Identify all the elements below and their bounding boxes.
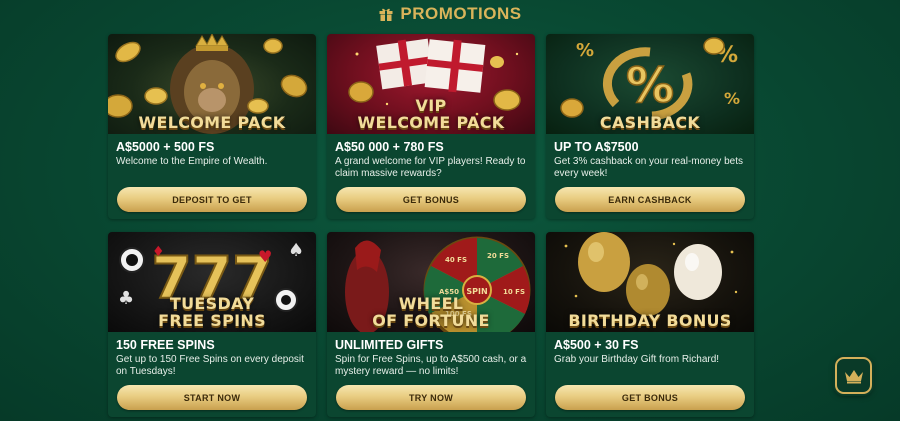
svg-text:%: % bbox=[576, 40, 594, 61]
promo-description: Get 3% cashback on your real-money bets … bbox=[554, 156, 743, 179]
crown-icon bbox=[844, 369, 863, 383]
promo-banner-vip: VIP WELCOME PACK bbox=[327, 34, 535, 134]
banner-title: TUESDAY FREE SPINS bbox=[158, 294, 266, 330]
promo-heading: A$50 000 + 780 FS bbox=[335, 140, 444, 154]
svg-text:♥: ♥ bbox=[258, 247, 272, 266]
earn-cashback-button[interactable]: EARN CASHBACK bbox=[555, 187, 745, 212]
promo-banner-wheel: SPIN 20 FS 40 FS A$50 10 FS 100 FS WHEEL… bbox=[327, 232, 535, 332]
svg-text:20 FS: 20 FS bbox=[487, 252, 509, 260]
promo-heading: 150 FREE SPINS bbox=[116, 338, 215, 352]
svg-text:%: % bbox=[626, 58, 674, 114]
promo-heading: A$500 + 30 FS bbox=[554, 338, 639, 352]
banner-title: WHEEL OF FORTUNE bbox=[372, 294, 490, 330]
promotions-page: PROMOTIONS WELCOME PACK A$5000 + 500 FS … bbox=[0, 0, 900, 421]
promo-description: Get up to 150 Free Spins on every deposi… bbox=[116, 354, 304, 377]
promo-banner-birthday: BIRTHDAY BONUS bbox=[546, 232, 754, 332]
promo-banner-tuesday: 777 ♠ ♥ ♣ ♦ TUESDAY FREE SPINS bbox=[108, 232, 316, 332]
page-title: PROMOTIONS bbox=[400, 4, 522, 23]
promo-card-tuesday-free-spins: 777 ♠ ♥ ♣ ♦ TUESDAY FREE SPINS 150 FREE … bbox=[108, 232, 316, 417]
promo-banner-cashback: % % % % CASHBACK bbox=[546, 34, 754, 134]
start-now-button[interactable]: START NOW bbox=[117, 385, 307, 410]
promo-card-cashback: % % % % CASHBACK UP TO A$7500 Get 3% cas… bbox=[546, 34, 754, 219]
promo-heading: UP TO A$7500 bbox=[554, 140, 639, 154]
promotions-header: PROMOTIONS bbox=[0, 4, 900, 24]
promo-card-wheel-of-fortune: SPIN 20 FS 40 FS A$50 10 FS 100 FS WHEEL… bbox=[327, 232, 535, 417]
gift-icon bbox=[379, 8, 393, 21]
promo-heading: A$5000 + 500 FS bbox=[116, 140, 215, 154]
promo-grid: WELCOME PACK A$5000 + 500 FS Welcome to … bbox=[108, 34, 755, 417]
get-bonus-button[interactable]: GET BONUS bbox=[555, 385, 745, 410]
promo-card-vip-welcome-pack: VIP WELCOME PACK A$50 000 + 780 FS A gra… bbox=[327, 34, 535, 219]
svg-text:40 FS: 40 FS bbox=[445, 256, 467, 264]
svg-text:♦: ♦ bbox=[152, 244, 165, 260]
vip-crown-button[interactable] bbox=[835, 357, 872, 394]
promo-heading: UNLIMITED GIFTS bbox=[335, 338, 444, 352]
promo-description: Welcome to the Empire of Wealth. bbox=[116, 156, 268, 167]
promo-description: A grand welcome for VIP players! Ready t… bbox=[335, 156, 526, 179]
banner-title: WELCOME PACK bbox=[138, 113, 286, 132]
svg-text:%: % bbox=[724, 89, 740, 108]
promo-description: Grab your Birthday Gift from Richard! bbox=[554, 354, 720, 365]
banner-title: BIRTHDAY BONUS bbox=[568, 311, 732, 330]
promo-banner-welcome-pack: WELCOME PACK bbox=[108, 34, 316, 134]
banner-title: VIP WELCOME PACK bbox=[357, 96, 505, 132]
deposit-to-get-button[interactable]: DEPOSIT TO GET bbox=[117, 187, 307, 212]
banner-title: CASHBACK bbox=[599, 113, 701, 132]
try-now-button[interactable]: TRY NOW bbox=[336, 385, 526, 410]
get-bonus-button[interactable]: GET BONUS bbox=[336, 187, 526, 212]
promo-card-welcome-pack: WELCOME PACK A$5000 + 500 FS Welcome to … bbox=[108, 34, 316, 219]
promo-card-birthday-bonus: BIRTHDAY BONUS A$500 + 30 FS Grab your B… bbox=[546, 232, 754, 417]
promo-description: Spin for Free Spins, up to A$500 cash, o… bbox=[335, 354, 527, 377]
svg-text:♠: ♠ bbox=[288, 240, 304, 261]
